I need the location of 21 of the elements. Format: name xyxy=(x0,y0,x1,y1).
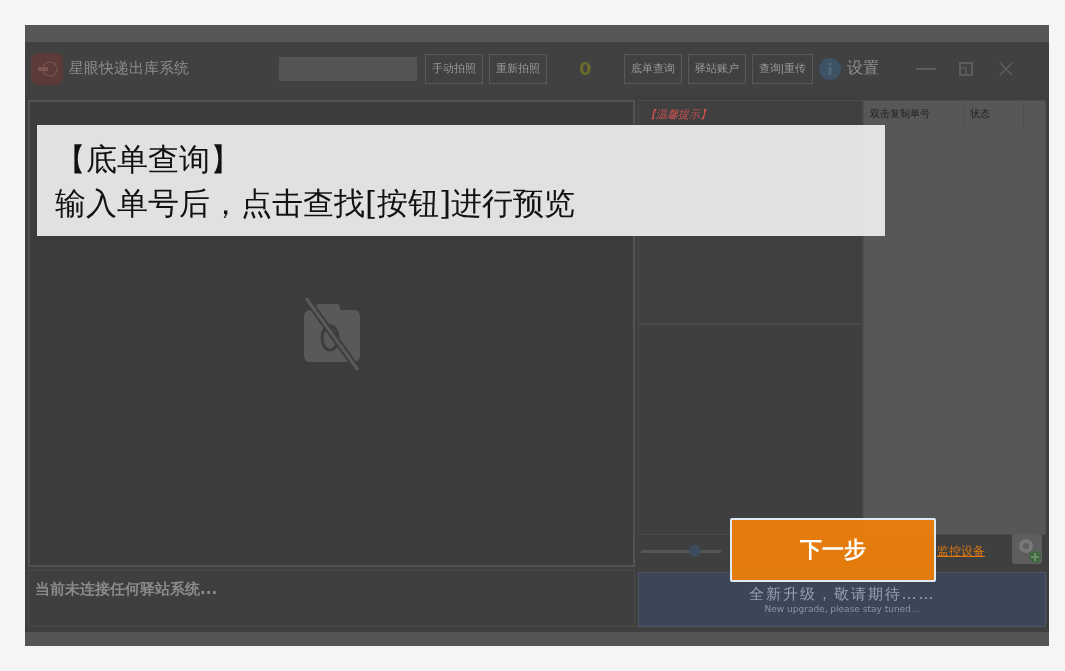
settings-link[interactable]: 设置 xyxy=(847,58,880,79)
close-icon[interactable] xyxy=(999,61,1014,76)
capture-button[interactable]: 重新拍照 xyxy=(489,53,547,84)
banner-subtitle: New upgrade, please stay tuned... xyxy=(764,604,920,614)
monitor-device-link[interactable]: 监控设备 xyxy=(937,542,985,560)
restore-icon[interactable] xyxy=(959,61,974,76)
guide-title: 【底单查询】 xyxy=(55,140,242,179)
nav-button[interactable]: 底单查询 xyxy=(623,53,682,84)
capture-button[interactable]: 手动拍照 xyxy=(425,53,483,84)
notice-heading: 【温馨提示】 xyxy=(645,108,711,121)
app-logo-icon xyxy=(31,52,63,85)
next-step-button[interactable]: 下一步 xyxy=(730,518,936,582)
camera-off-icon xyxy=(301,295,362,372)
connection-status: 当前未连接任何驿站系统... xyxy=(35,580,218,598)
guide-text: 输入单号后，点击查找[按钮]进行预览 xyxy=(55,184,577,223)
app-title: 星眼快递出库系统 xyxy=(69,59,189,78)
slider-thumb[interactable] xyxy=(689,544,702,557)
nav-button[interactable]: 驿站账户 xyxy=(687,53,746,84)
nav-button[interactable]: 查询|重传 xyxy=(751,53,814,84)
info-icon[interactable] xyxy=(819,57,842,80)
banner-title: 全新升级，敬请期待…… xyxy=(748,585,936,604)
